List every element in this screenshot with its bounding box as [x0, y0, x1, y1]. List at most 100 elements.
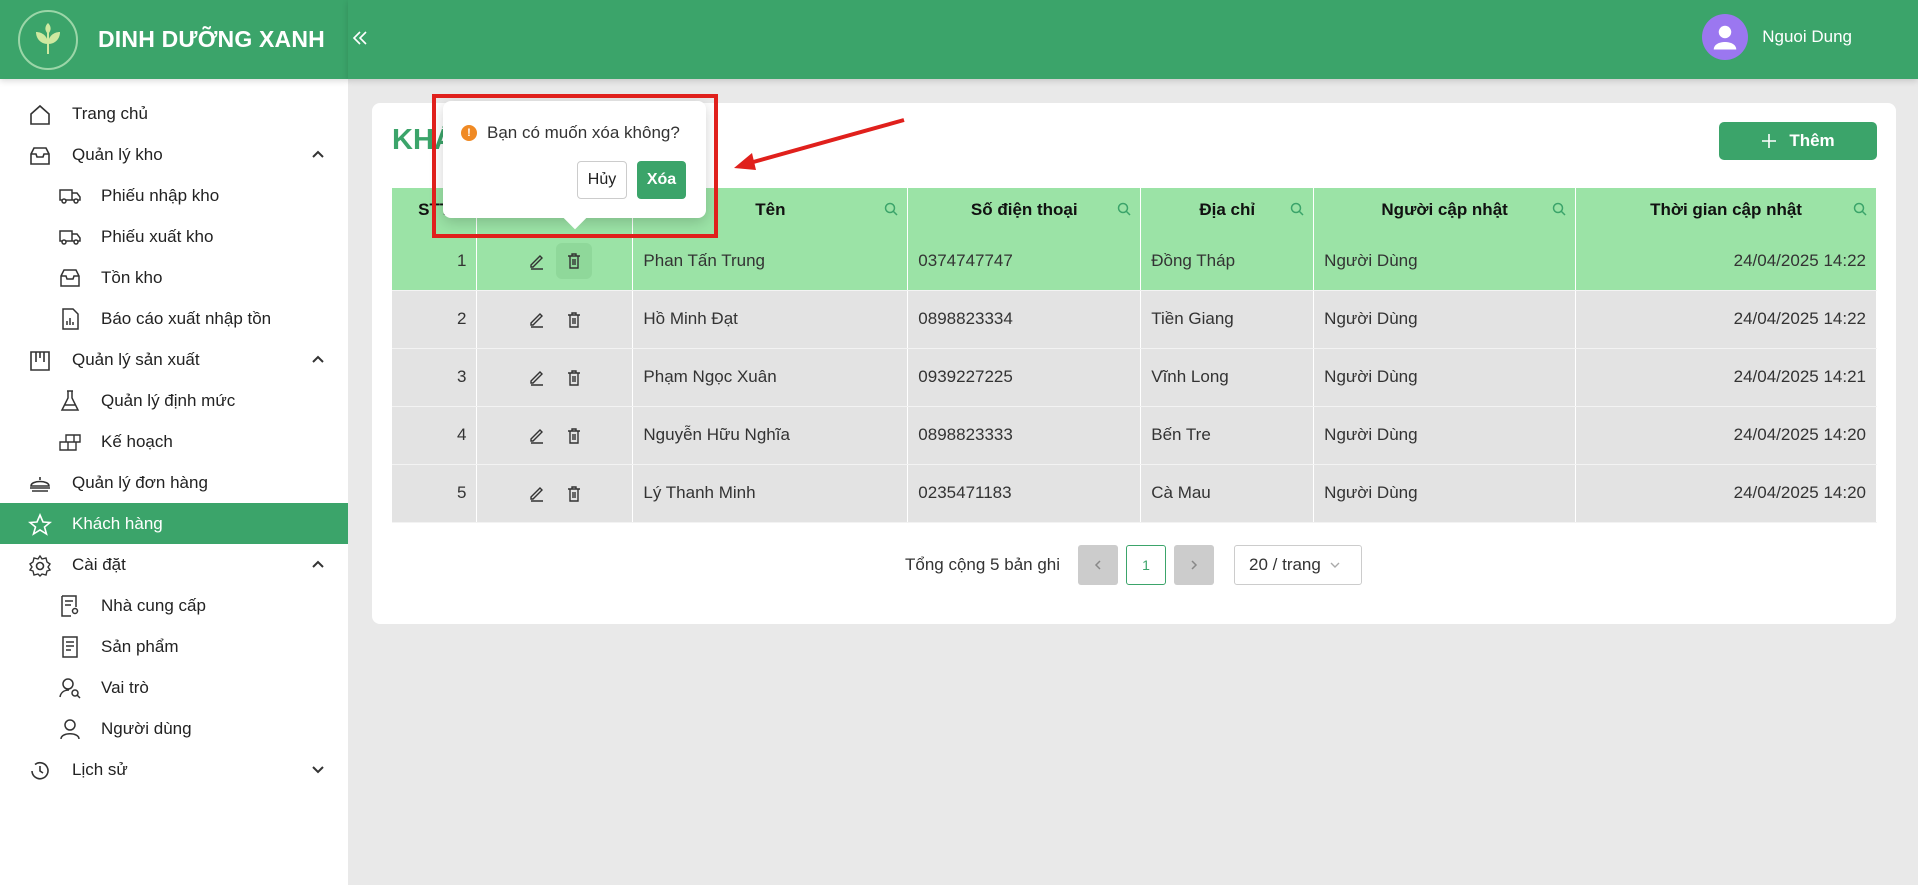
edit-icon[interactable]: [528, 426, 546, 444]
cell-address: Bến Tre: [1140, 406, 1315, 465]
history-icon: [31, 761, 49, 780]
sidebar-item-roles[interactable]: Vai trò: [0, 667, 348, 708]
search-icon[interactable]: [1551, 201, 1567, 217]
sidebar-item-home[interactable]: Trang chủ: [0, 93, 348, 134]
cell-name: Lý Thanh Minh: [632, 464, 909, 523]
next-page-button[interactable]: [1174, 545, 1215, 585]
total-records: Tổng cộng 5 bản ghi: [905, 555, 1061, 574]
collapse-sidebar-icon[interactable]: [350, 28, 370, 48]
sidebar-item-label: Quản lý kho: [72, 144, 163, 164]
cell-address: Tiền Giang: [1140, 290, 1315, 349]
cell-name: Phạm Ngọc Xuân: [632, 348, 909, 407]
sidebar-item-report[interactable]: Báo cáo xuất nhập tồn: [0, 298, 348, 339]
page-number-button[interactable]: 1: [1126, 545, 1167, 585]
sidebar-item-label: Khách hàng: [72, 513, 163, 533]
trash-icon[interactable]: [565, 485, 583, 503]
cell-updated-by: Người Dùng: [1313, 464, 1577, 523]
edit-icon[interactable]: [528, 310, 546, 328]
search-icon[interactable]: [1852, 201, 1868, 217]
home-icon: [30, 104, 50, 125]
document-user-icon: [61, 595, 79, 617]
gear-icon: [28, 554, 52, 577]
cell-address: Đồng Tháp: [1140, 232, 1315, 291]
sidebar-item-history[interactable]: Lịch sử: [0, 749, 348, 790]
table-row[interactable]: 1 Phan Tấn Trung 0374747747 Đồng Tháp Ng…: [392, 232, 1877, 291]
cell-address: Cà Mau: [1140, 464, 1315, 523]
chevron-up-icon: [312, 560, 324, 568]
trash-icon[interactable]: [565, 252, 583, 270]
cell-updated-by: Người Dùng: [1313, 232, 1577, 291]
prev-page-button[interactable]: [1078, 545, 1119, 585]
flask-icon: [60, 390, 80, 411]
table-row[interactable]: 3 Phạm Ngọc Xuân 0939227225 Vĩnh Long Ng…: [392, 348, 1877, 407]
table-row[interactable]: 5 Lý Thanh Minh 0235471183 Cà Mau Người …: [392, 464, 1877, 523]
add-button[interactable]: Thêm: [1719, 122, 1877, 160]
user-search-icon: [59, 678, 81, 699]
sidebar-item-label: Phiếu nhập kho: [101, 185, 220, 205]
cell-updated-at: 24/04/2025 14:21: [1575, 348, 1877, 407]
cell-updated-at: 24/04/2025 14:22: [1575, 290, 1877, 349]
search-icon[interactable]: [1116, 201, 1132, 217]
col-header-updated-at[interactable]: Thời gian cập nhật: [1575, 188, 1877, 232]
trash-icon[interactable]: [565, 427, 583, 445]
user-name: Nguoi Dung: [1762, 27, 1852, 46]
cell-updated-at: 24/04/2025 14:22: [1575, 232, 1877, 291]
trash-icon[interactable]: [565, 311, 583, 329]
cell-actions: [476, 290, 634, 349]
col-header-phone[interactable]: Số điện thoại: [907, 188, 1142, 232]
sidebar-item-inventory[interactable]: Tồn kho: [0, 257, 348, 298]
edit-icon[interactable]: [528, 484, 546, 502]
cell-stt: 5: [392, 464, 478, 523]
user-menu[interactable]: Nguoi Dung: [1702, 14, 1852, 60]
table-row[interactable]: 2 Hồ Minh Đạt 0898823334 Tiền Giang Ngườ…: [392, 290, 1877, 349]
sidebar-item-label: Quản lý sản xuất: [72, 349, 200, 369]
sidebar-item-export-receipt[interactable]: Phiếu xuất kho: [0, 216, 348, 257]
page-size-value: 20 / trang: [1249, 555, 1321, 574]
sidebar-item-warehouse[interactable]: Quản lý kho: [0, 134, 348, 175]
star-icon: [28, 513, 52, 536]
sidebar-item-products[interactable]: Sản phẩm: [0, 626, 348, 667]
add-button-label: Thêm: [1789, 131, 1835, 150]
cell-stt: 1: [392, 232, 478, 291]
cell-actions: [476, 406, 634, 465]
sidebar-item-label: Trang chủ: [72, 103, 148, 123]
pagination: Tổng cộng 5 bản ghi 1 20 / trang: [905, 544, 1363, 586]
table-row[interactable]: 4 Nguyễn Hữu Nghĩa 0898823333 Bến Tre Ng…: [392, 406, 1877, 465]
sidebar-item-import-receipt[interactable]: Phiếu nhập kho: [0, 175, 348, 216]
edit-icon[interactable]: [528, 252, 546, 270]
chevron-down-icon: [1330, 562, 1340, 568]
sidebar-item-plan[interactable]: Kế hoạch: [0, 421, 348, 462]
search-icon[interactable]: [1289, 201, 1305, 217]
sidebar-item-label: Lịch sử: [72, 759, 128, 779]
col-header-address[interactable]: Địa chỉ: [1140, 188, 1315, 232]
brand-bar: DINH DƯỠNG XANH: [0, 0, 348, 79]
sidebar-menu: Trang chủ Quản lý kho Phiếu nhập kho Phi…: [0, 79, 348, 790]
sidebar-item-customers[interactable]: Khách hàng: [0, 503, 348, 544]
cell-updated-at: 24/04/2025 14:20: [1575, 406, 1877, 465]
edit-icon[interactable]: [528, 368, 546, 386]
col-header-updated-by[interactable]: Người cập nhật: [1313, 188, 1577, 232]
sidebar-item-settings[interactable]: Cài đặt: [0, 544, 348, 585]
sidebar-item-label: Báo cáo xuất nhập tồn: [101, 308, 272, 328]
sidebar-item-label: Quản lý đơn hàng: [72, 472, 208, 492]
sidebar-item-label: Kế hoạch: [101, 431, 173, 451]
sidebar-item-suppliers[interactable]: Nhà cung cấp: [0, 585, 348, 626]
sidebar-item-norms[interactable]: Quản lý định mức: [0, 380, 348, 421]
cell-actions: [476, 348, 634, 407]
user-icon: [60, 719, 80, 740]
cell-phone: 0898823334: [907, 290, 1142, 349]
search-icon[interactable]: [883, 201, 899, 217]
cell-phone: 0939227225: [907, 348, 1142, 407]
sidebar-item-production[interactable]: Quản lý sản xuất: [0, 339, 348, 380]
sidebar-item-orders[interactable]: Quản lý đơn hàng: [0, 462, 348, 503]
chevron-down-icon: [312, 766, 324, 774]
inbox-icon: [60, 269, 80, 287]
cell-phone: 0235471183: [907, 464, 1142, 523]
cell-stt: 4: [392, 406, 478, 465]
page-size-select[interactable]: 20 / trang: [1234, 545, 1363, 585]
sidebar-item-label: Nhà cung cấp: [101, 595, 206, 615]
trash-icon[interactable]: [565, 369, 583, 387]
sidebar-item-label: Sản phẩm: [101, 636, 179, 656]
sidebar-item-label: Quản lý định mức: [101, 390, 236, 410]
sidebar-item-users[interactable]: Người dùng: [0, 708, 348, 749]
